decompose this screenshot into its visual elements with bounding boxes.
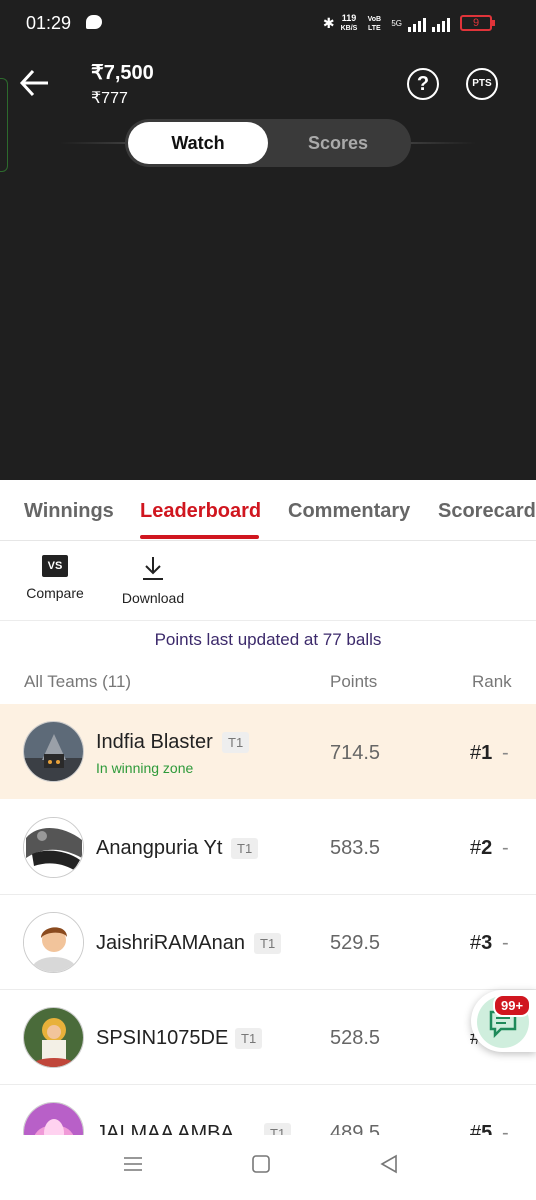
signal-icon xyxy=(408,16,426,32)
back-button[interactable] xyxy=(18,66,52,100)
status-bar: 01:29 ✱ 119 KB/S VoB LTE 5G 9 xyxy=(0,0,536,46)
team-tag: T1 xyxy=(222,732,250,753)
bluetooth-icon: ✱ xyxy=(322,15,335,31)
team-points: 583.5 xyxy=(329,837,381,859)
scores-toggle[interactable]: Scores xyxy=(268,122,408,164)
status-icons: ✱ 119 KB/S VoB LTE 5G xyxy=(323,14,450,33)
compare-icon: VS xyxy=(42,555,68,577)
tab-winnings[interactable]: Winnings xyxy=(24,500,114,523)
table-row[interactable]: JAI MAA AMBA T1 489.5 #5 - xyxy=(0,1085,536,1135)
message-icon xyxy=(86,15,102,29)
triangle-back-icon xyxy=(380,1154,397,1174)
team-points: 489.5 xyxy=(329,1122,381,1135)
menu-icon xyxy=(124,1157,142,1171)
rank-number: 2 xyxy=(481,837,493,859)
team-points: 714.5 xyxy=(329,742,381,764)
tab-leaderboard[interactable]: Leaderboard xyxy=(140,500,261,523)
avatar xyxy=(23,721,84,782)
avatar xyxy=(23,1007,84,1068)
team-tag: T1 xyxy=(254,933,282,954)
team-name: JaishriRAMAnan xyxy=(96,932,245,954)
header-rank: Rank xyxy=(472,672,512,691)
network-gen: 5G xyxy=(391,19,402,28)
rank-number: 3 xyxy=(481,932,493,954)
chat-badge: 99+ xyxy=(493,994,532,1017)
square-icon xyxy=(252,1155,270,1173)
compare-button[interactable]: VS Compare xyxy=(24,555,86,601)
network-label: VoB LTE xyxy=(367,15,382,32)
entry-fee: ₹777 xyxy=(91,90,128,107)
table-row[interactable]: JaishriRAMAnan T1 529.5 #3 - xyxy=(0,895,536,990)
watch-toggle[interactable]: Watch xyxy=(128,122,268,164)
team-name: Anangpuria Yt xyxy=(96,837,223,859)
toolbar: VS Compare Download xyxy=(0,541,536,621)
side-handle[interactable] xyxy=(0,78,8,172)
menu-nav-button[interactable] xyxy=(122,1153,144,1180)
table-row[interactable]: Anangpuria Yt T1 583.5 #2 - xyxy=(0,800,536,895)
download-icon xyxy=(143,557,163,580)
back-nav-button[interactable] xyxy=(378,1153,400,1180)
rank-change: - xyxy=(502,932,509,954)
update-notice: Points last updated at 77 balls xyxy=(154,630,382,649)
rank-hash: # xyxy=(470,932,482,954)
avatar xyxy=(23,1102,84,1135)
table-row[interactable]: SPSIN1075DE T1 528.5 #4 - xyxy=(0,990,536,1085)
team-rank: #3 xyxy=(470,932,492,955)
header-points: Points xyxy=(330,672,378,691)
team-name: JAI MAA AMBA xyxy=(96,1122,234,1135)
arrow-left-icon xyxy=(19,69,48,97)
table-row[interactable]: Indfia Blaster T1 In winning zone 714.5 … xyxy=(0,704,536,799)
team-rank: #2 xyxy=(470,837,492,860)
battery-icon: 9 xyxy=(460,15,495,31)
tab-scorecard[interactable]: Scorecard xyxy=(438,500,536,523)
home-nav-button[interactable] xyxy=(250,1153,272,1180)
view-toggle: Watch Scores xyxy=(125,119,411,167)
team-name: SPSIN1075DE xyxy=(96,1027,229,1049)
rank-change: - xyxy=(502,742,509,764)
network-speed: 119 KB/S xyxy=(341,14,358,33)
system-nav-bar xyxy=(0,1135,536,1200)
active-tab-indicator xyxy=(140,535,259,539)
header-teams: All Teams (11) xyxy=(24,672,132,691)
help-button[interactable]: ? xyxy=(407,68,439,100)
status-time: 01:29 xyxy=(26,13,72,33)
rank-number: 5 xyxy=(481,1122,493,1135)
team-points: 528.5 xyxy=(329,1027,381,1049)
compare-label: Compare xyxy=(26,585,84,601)
team-name: Indfia Blaster xyxy=(96,731,213,753)
video-area: 01:29 ✱ 119 KB/S VoB LTE 5G 9 ₹7,500 ₹77… xyxy=(0,0,536,480)
rank-change: - xyxy=(502,1122,509,1135)
rank-hash: # xyxy=(470,1122,482,1135)
speed-unit: KB/S xyxy=(340,25,358,32)
tab-bar: Winnings Leaderboard Commentary Scorecar… xyxy=(0,480,536,541)
download-label: Download xyxy=(121,590,185,606)
team-rank: #5 xyxy=(470,1122,492,1135)
winning-zone-label: In winning zone xyxy=(96,760,194,776)
rank-hash: # xyxy=(470,742,482,764)
points-system-button[interactable]: PTS xyxy=(466,68,498,100)
rank-change: - xyxy=(502,837,509,859)
team-tag: T1 xyxy=(231,838,259,859)
rank-number: 1 xyxy=(481,742,493,764)
team-points: 529.5 xyxy=(329,932,381,954)
rank-hash: # xyxy=(470,837,482,859)
avatar xyxy=(23,817,84,878)
tab-commentary[interactable]: Commentary xyxy=(288,500,410,523)
team-rank: #1 xyxy=(470,742,492,765)
prize-pool: ₹7,500 xyxy=(91,62,154,84)
speed-value: 119 xyxy=(341,13,357,23)
avatar xyxy=(23,912,84,973)
signal-icon-2 xyxy=(432,16,450,32)
team-tag: T1 xyxy=(264,1123,292,1135)
download-button[interactable]: Download xyxy=(120,555,186,606)
team-tag: T1 xyxy=(235,1028,263,1049)
